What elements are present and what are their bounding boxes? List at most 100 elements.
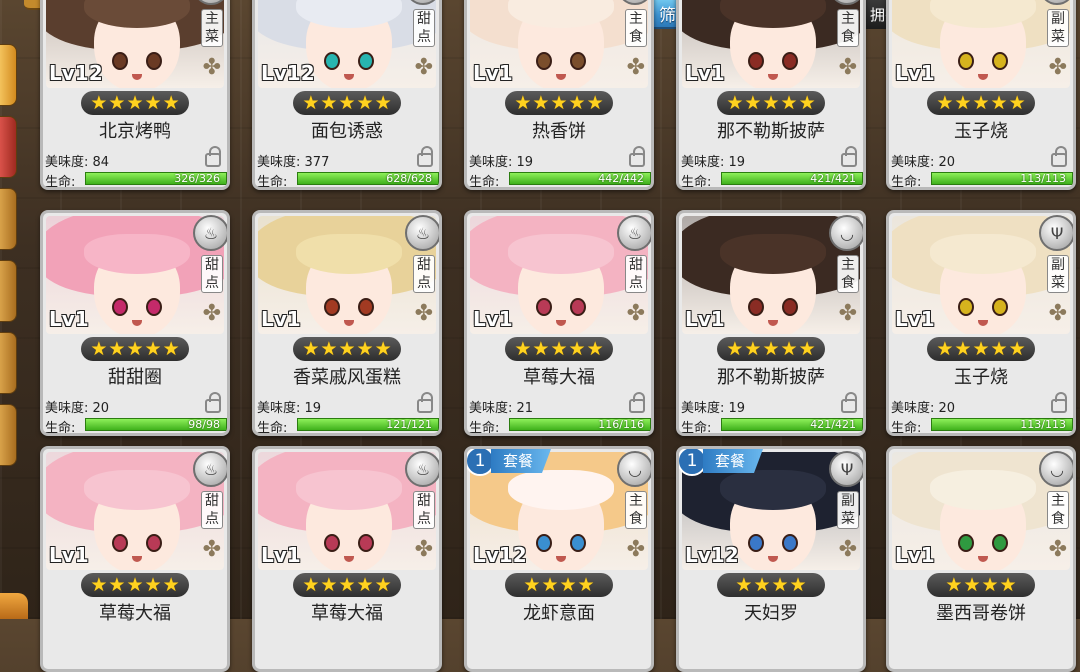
companion-card[interactable]: ⌒ 主菜 ✤ Lv12 ★★★★★ 北京烤鸭 美味度: 84 生命: 326/3…: [40, 0, 230, 190]
category-tag: 主菜: [201, 9, 223, 47]
left-tab-2[interactable]: [0, 116, 17, 178]
left-tab-5[interactable]: [0, 332, 17, 394]
hp-label: 生命:: [891, 175, 922, 190]
companion-card[interactable]: Ψ 副菜 ✤ Lv12 ★ ★ ★ ★ 天妇罗 1 套餐: [676, 446, 866, 672]
left-tab-4[interactable]: [0, 260, 17, 322]
dessert-icon: ♨: [617, 215, 651, 251]
star-icon: ★: [936, 91, 954, 114]
taste-stat: 美味度: 19: [257, 397, 321, 416]
taste-label: 美味度:: [469, 401, 513, 416]
lock-icon[interactable]: [205, 392, 221, 413]
star-icon: ★: [532, 337, 550, 360]
companion-card[interactable]: ♨ 甜点 ✤ Lv1 ★ ★ ★ ★ ★ 甜甜圈 美味度: 20 生命: 98/98: [40, 210, 230, 436]
left-tab-1[interactable]: [0, 44, 17, 106]
star-icon: ★: [762, 337, 780, 360]
taste-label: 美味度:: [45, 401, 89, 416]
companion-card[interactable]: ◡ 主食 ✤ Lv1 ★★★★★ 那不勒斯披萨 美味度: 19 生命: 421/…: [676, 210, 866, 436]
category-tag: 副菜: [1047, 255, 1069, 293]
character-face: [508, 470, 614, 570]
character-eye: [748, 298, 764, 316]
star-icon: ★: [1008, 337, 1026, 360]
taste-value: 377: [304, 155, 330, 170]
star-icon: ★: [108, 337, 126, 360]
hp-label: 生命:: [891, 421, 922, 436]
rarity-stars: ★ ★ ★ ★ ★: [505, 91, 613, 115]
companion-card[interactable]: Ψ 副菜 ✤ Lv1 ★★★★★ 玉子烧 美味度: 20 生命: 113/113: [886, 0, 1076, 190]
character-face: [720, 234, 826, 334]
category-tag: 甜点: [201, 255, 223, 293]
lock-icon[interactable]: [1051, 146, 1067, 167]
companion-card[interactable]: ◡ 主食 ✤ Lv1 ★★★★★ 热香饼 美味度: 19 生命: 442/442: [464, 0, 654, 190]
clover-icon: ✤: [202, 301, 221, 326]
character-face: [296, 470, 402, 570]
star-icon: ★: [90, 91, 108, 114]
lock-icon[interactable]: [841, 146, 857, 167]
companion-card[interactable]: ◡ 主食 ✤ Lv1 ★★★★★ 那不勒斯披萨 美味度: 19 生命: 421/…: [676, 0, 866, 190]
companion-card[interactable]: ◡ 主食 ✤ Lv1 ★ ★ ★ ★ 墨西哥卷饼: [886, 446, 1076, 672]
dessert-icon: ♨: [193, 451, 227, 487]
companion-card[interactable]: ♨ 甜点 ✤ Lv12 ★★★★★ 面包诱惑 美味度: 377 生命: 628/…: [252, 0, 442, 190]
companion-card[interactable]: Ψ 副菜 ✤ Lv1 ★★★★★ 玉子烧 美味度: 20 生命: 113/113: [886, 210, 1076, 436]
taste-stat: 美味度: 19: [681, 151, 745, 170]
companion-name: 草莓大福: [99, 603, 171, 624]
rarity-stars: ★ ★ ★ ★: [927, 573, 1035, 597]
left-tab-6[interactable]: [0, 404, 17, 466]
taste-label: 美味度:: [469, 155, 513, 170]
lock-icon[interactable]: [629, 146, 645, 167]
hp-label: 生命:: [681, 421, 712, 436]
character-eye: [112, 52, 128, 70]
companion-card[interactable]: ◡ 主食 ✤ Lv12 ★ ★ ★ ★ 龙虾意面 1 套餐: [464, 446, 654, 672]
hp-bar: 421/421: [721, 172, 863, 185]
star-icon: ★: [568, 337, 586, 360]
character-mouth: [556, 74, 566, 80]
hp-label: 生命:: [469, 175, 500, 190]
lock-icon[interactable]: [841, 392, 857, 413]
star-icon: ★: [356, 337, 374, 360]
level-label: Lv1: [685, 307, 725, 331]
lock-icon[interactable]: [205, 146, 221, 167]
clover-icon: ✤: [202, 537, 221, 562]
star-icon: ★: [162, 91, 180, 114]
taste-label: 美味度:: [257, 401, 301, 416]
level-label: Lv12: [49, 61, 103, 85]
character-face: [930, 470, 1036, 570]
star-icon: ★: [90, 337, 108, 360]
combo-badge: 1 套餐: [679, 449, 764, 476]
star-icon: ★: [945, 573, 963, 596]
star-icon: ★: [789, 573, 807, 596]
bottom-left-button[interactable]: [0, 593, 28, 619]
taste-value: 20: [92, 401, 110, 416]
companion-card[interactable]: ♨ 甜点 ✤ Lv1 ★ ★ ★ ★ ★ 草莓大福 美味度: 21 生命: 116/11…: [464, 210, 654, 436]
star-icon: ★: [302, 91, 320, 114]
star-icon: ★: [972, 337, 990, 360]
character-mouth: [978, 320, 988, 326]
star-icon: ★: [126, 91, 144, 114]
level-label: Lv1: [49, 543, 89, 567]
companion-name: 香菜戚风蛋糕: [293, 367, 401, 388]
lock-icon[interactable]: [1051, 392, 1067, 413]
dessert-icon: ♨: [193, 215, 227, 251]
rarity-stars: ★ ★ ★ ★ ★: [505, 337, 613, 361]
companion-card[interactable]: ♨ 甜点 ✤ Lv1 ★ ★ ★ ★ ★ 草莓大福: [40, 446, 230, 672]
category-tag: 甜点: [625, 255, 647, 293]
lock-icon[interactable]: [417, 146, 433, 167]
clover-icon: ✤: [414, 301, 433, 326]
rarity-stars: ★ ★ ★ ★ ★: [927, 91, 1035, 115]
companion-card[interactable]: ♨ 甜点 ✤ Lv1 ★ ★ ★ ★ ★ 草莓大福: [252, 446, 442, 672]
star-icon: ★: [144, 337, 162, 360]
category-tag: 主食: [625, 9, 647, 47]
taste-stat: 美味度: 377: [257, 151, 329, 170]
companion-name: 那不勒斯披萨: [717, 121, 825, 142]
left-tab-3[interactable]: [0, 188, 17, 250]
star-icon: ★: [320, 573, 338, 596]
clover-icon: ✤: [202, 55, 221, 80]
staple-icon: ◡: [1039, 451, 1073, 487]
lock-icon[interactable]: [629, 392, 645, 413]
combo-badge: 1 套餐: [467, 449, 552, 476]
star-icon: ★: [735, 573, 753, 596]
star-icon: ★: [514, 337, 532, 360]
lock-icon[interactable]: [417, 392, 433, 413]
companion-card[interactable]: ♨ 甜点 ✤ Lv1 ★ ★ ★ ★ ★ 香菜戚风蛋糕 美味度: 19 生命: 121/…: [252, 210, 442, 436]
character-eye: [748, 52, 764, 70]
star-icon: ★: [771, 573, 789, 596]
